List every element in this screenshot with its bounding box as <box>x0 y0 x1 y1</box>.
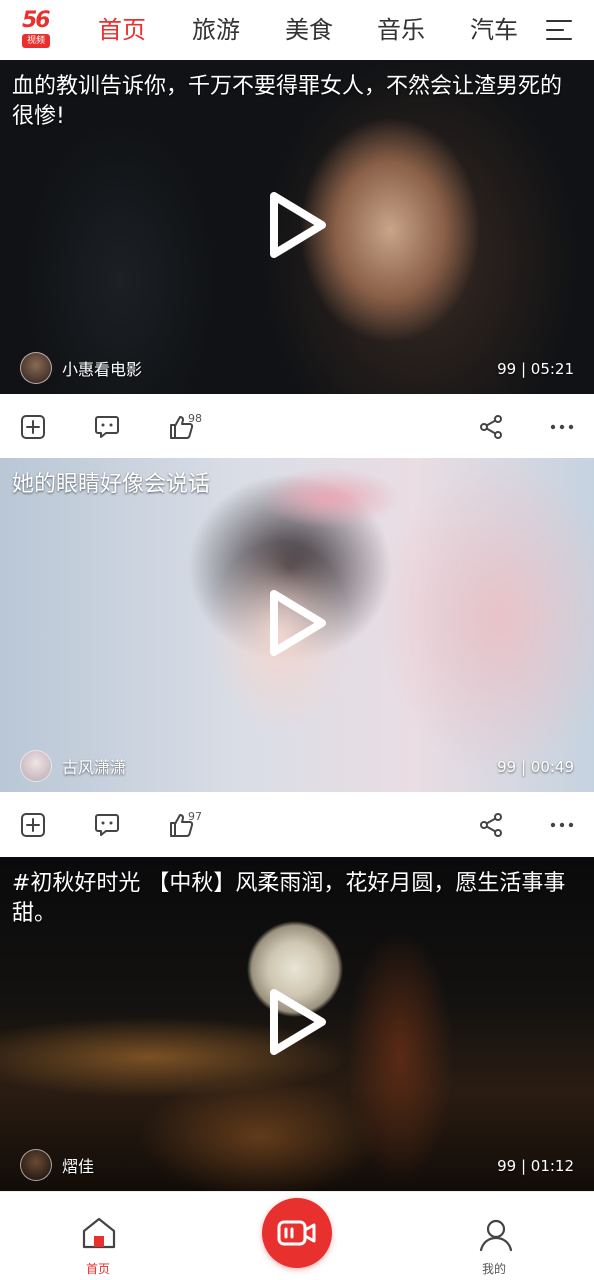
top-navigation: 56 视频 首页 旅游 美食 音乐 汽车 <box>0 0 594 60</box>
hamburger-menu-icon[interactable] <box>546 20 572 40</box>
video-title: 血的教训告诉你，千万不要得罪女人，不然会让渣男死的很惨! <box>12 74 563 129</box>
record-video-button[interactable] <box>262 1198 332 1268</box>
logo-number: 56 <box>22 8 51 33</box>
card-actions: 97 <box>0 792 594 858</box>
comment-icon[interactable] <box>94 812 120 838</box>
author-name[interactable]: 古风潇潇 <box>62 754 126 778</box>
tab-food[interactable]: 美食 <box>285 12 333 48</box>
play-icon[interactable] <box>266 987 328 1057</box>
author-info[interactable]: 古风潇潇 <box>20 750 126 782</box>
video-title: #初秋好时光 【中秋】风柔雨润，花好月圆，愿生活事事甜。 <box>12 871 566 926</box>
share-icon[interactable] <box>478 812 504 838</box>
comment-icon[interactable] <box>94 414 120 440</box>
tab-travel[interactable]: 旅游 <box>192 12 240 48</box>
bottom-tab-bar: 首页 我的 <box>0 1191 594 1280</box>
like-count: 97 <box>188 810 202 823</box>
author-name[interactable]: 熠佳 <box>62 1153 94 1177</box>
video-thumbnail[interactable]: #初秋好时光 【中秋】风柔雨润，花好月圆，愿生活事事甜。 熠佳 99 | 01:… <box>0 857 594 1191</box>
me-label[interactable]: 我的 <box>482 1260 506 1277</box>
video-card: 血的教训告诉你，千万不要得罪女人，不然会让渣男死的很惨! 小惠看电影 99 | … <box>0 60 594 460</box>
video-thumbnail[interactable]: 血的教训告诉你，千万不要得罪女人，不然会让渣男死的很惨! 小惠看电影 99 | … <box>0 60 594 394</box>
author-info[interactable]: 熠佳 <box>20 1149 94 1181</box>
video-card: #初秋好时光 【中秋】风柔雨润，花好月圆，愿生活事事甜。 熠佳 99 | 01:… <box>0 857 594 1191</box>
video-stats: 99 | 05:21 <box>497 360 574 378</box>
home-label[interactable]: 首页 <box>86 1260 110 1277</box>
add-icon[interactable] <box>20 414 46 440</box>
play-icon[interactable] <box>266 588 328 658</box>
card-actions: 98 <box>0 394 594 460</box>
share-icon[interactable] <box>478 414 504 440</box>
more-icon[interactable] <box>549 414 575 440</box>
more-icon[interactable] <box>549 812 575 838</box>
video-camera-icon <box>277 1220 316 1246</box>
like-count: 98 <box>188 412 202 425</box>
video-stats: 99 | 00:49 <box>497 758 574 776</box>
app-logo[interactable]: 56 视频 <box>20 8 54 50</box>
tab-music[interactable]: 音乐 <box>377 12 425 48</box>
avatar[interactable] <box>20 1149 52 1181</box>
avatar[interactable] <box>20 352 52 384</box>
play-icon[interactable] <box>266 190 328 260</box>
video-thumbnail[interactable]: 她的眼睛好像会说话 古风潇潇 99 | 00:49 <box>0 458 594 792</box>
profile-icon[interactable] <box>478 1218 514 1252</box>
tab-home[interactable]: 首页 <box>98 12 146 48</box>
video-title: 她的眼睛好像会说话 <box>12 472 211 497</box>
logo-sub: 视频 <box>22 34 50 48</box>
avatar[interactable] <box>20 750 52 782</box>
tab-cars[interactable]: 汽车 <box>470 12 518 48</box>
add-icon[interactable] <box>20 812 46 838</box>
author-info[interactable]: 小惠看电影 <box>20 352 142 384</box>
video-stats: 99 | 01:12 <box>497 1157 574 1175</box>
home-icon[interactable] <box>80 1216 118 1250</box>
author-name[interactable]: 小惠看电影 <box>62 356 142 380</box>
video-card: 她的眼睛好像会说话 古风潇潇 99 | 00:49 97 <box>0 458 594 858</box>
